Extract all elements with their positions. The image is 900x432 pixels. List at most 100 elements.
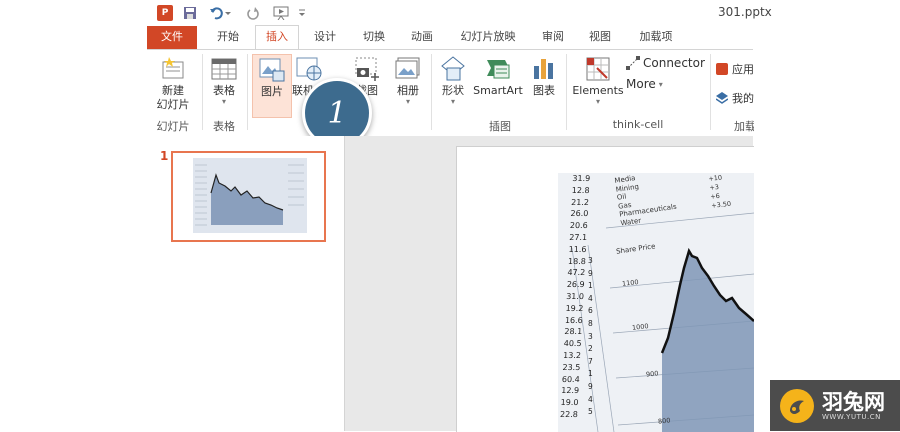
my-apps-button[interactable]: 我的	[715, 90, 754, 106]
price-value: 12.8	[571, 185, 590, 195]
tab-home[interactable]: 开始	[206, 26, 250, 48]
table-icon	[211, 56, 237, 82]
tab-file[interactable]: 文件	[147, 26, 197, 49]
title-bar	[147, 0, 753, 26]
screenshot-icon	[354, 56, 380, 82]
shapes-button[interactable]: 形状 ▾	[436, 54, 470, 116]
sector-list: Media Mining Oil Gas Pharmaceuticals Wat…	[614, 173, 678, 228]
ribbon-divider	[566, 54, 567, 130]
powerpoint-logo-icon[interactable]: P	[157, 5, 173, 21]
save-icon[interactable]	[181, 3, 199, 23]
chevron-down-icon: ▾	[221, 97, 226, 106]
price-value: 26.9	[566, 280, 585, 290]
digit-value: 3	[588, 256, 593, 265]
photo-album-button[interactable]: 相册 ▾	[390, 54, 426, 116]
change-values: +10 +3 +6 +3.50	[708, 173, 732, 211]
price-value: 19.0	[560, 398, 579, 408]
digit-value: 5	[588, 407, 593, 417]
axis-value: 1100	[621, 278, 639, 288]
digit-value: 9	[588, 381, 593, 391]
elements-button[interactable]: Elements ▾	[570, 54, 626, 116]
my-apps-label: 我的	[732, 92, 754, 105]
thumbnail-stock-image	[173, 153, 324, 240]
price-value: 13.2	[562, 350, 582, 360]
table-label: 表格	[213, 84, 235, 97]
ribbon-divider	[202, 54, 203, 130]
tab-view[interactable]: 视图	[580, 26, 620, 48]
digit-value: 7	[588, 356, 593, 366]
connector-button[interactable]: Connector	[626, 55, 705, 71]
new-slide-label-line2: 幻灯片	[156, 98, 190, 111]
undo-icon[interactable]	[207, 3, 233, 23]
price-value: 31.9	[572, 174, 591, 183]
online-picture-icon	[296, 56, 322, 82]
digit-value: 3	[588, 331, 593, 341]
redo-icon[interactable]	[244, 3, 262, 23]
watermark-text: 羽兔网 WWW.YUTU.CN	[814, 391, 885, 421]
smartart-icon	[485, 56, 511, 82]
chevron-down-icon: ▾	[405, 97, 410, 106]
picture-label: 图片	[261, 85, 283, 98]
price-value: 11.6	[568, 244, 587, 254]
present-icon[interactable]	[270, 3, 292, 23]
slide-thumbnail[interactable]	[171, 151, 326, 242]
tab-addins[interactable]: 加载项	[630, 26, 682, 48]
ribbon-divider	[247, 54, 248, 130]
price-value: 47.2	[567, 268, 586, 278]
new-slide-button[interactable]: 新建 幻灯片	[150, 54, 196, 116]
price-value: 18.8	[567, 256, 587, 266]
shapes-label: 形状	[442, 84, 464, 97]
price-value: 28.1	[564, 327, 583, 337]
more-button[interactable]: More ▾	[626, 76, 663, 92]
store-icon	[716, 63, 728, 75]
slide-number: 1	[160, 149, 169, 163]
smartart-label: SmartArt	[473, 84, 523, 97]
watermark-url: WWW.YUTU.CN	[822, 412, 881, 421]
elements-icon	[585, 56, 611, 82]
tab-slideshow[interactable]: 幻灯片放映	[452, 26, 524, 48]
customize-qat-icon[interactable]	[295, 3, 309, 23]
chart-label: 图表	[533, 84, 555, 97]
ribbon-divider	[710, 54, 711, 130]
app-store-button[interactable]: 应用	[716, 61, 754, 77]
tab-insert[interactable]: 插入	[255, 25, 299, 49]
more-label: More	[626, 77, 656, 91]
picture-button[interactable]: 图片	[252, 54, 292, 118]
tab-animations[interactable]: 动画	[402, 26, 442, 48]
group-thinkcell-label: think-cell	[612, 118, 664, 131]
group-slides-label: 幻灯片	[156, 120, 190, 133]
rabbit-logo-icon	[780, 388, 814, 423]
tab-design[interactable]: 设计	[305, 26, 345, 48]
connector-icon	[626, 56, 640, 70]
digit-value: 1	[588, 281, 593, 291]
group-addins-label: 加载	[734, 120, 754, 133]
tab-transitions[interactable]: 切换	[354, 26, 394, 48]
chevron-down-icon: ▾	[658, 79, 663, 89]
chart-button[interactable]: 图表	[528, 54, 560, 116]
picture-icon	[259, 57, 285, 83]
shapes-icon	[440, 56, 466, 82]
digit-value: 1	[588, 369, 593, 379]
smartart-button[interactable]: SmartArt	[472, 54, 524, 116]
current-slide[interactable]: Media Mining Oil Gas Pharmaceuticals Wat…	[456, 146, 754, 432]
stock-chart-photo[interactable]: Media Mining Oil Gas Pharmaceuticals Wat…	[558, 173, 754, 432]
tab-review[interactable]: 审阅	[533, 26, 573, 48]
right-margin	[753, 0, 900, 431]
price-value: 19.2	[565, 303, 584, 313]
price-value: 60.4	[561, 374, 580, 384]
watermark-name: 羽兔网	[822, 389, 885, 414]
price-value: 31.0	[565, 291, 585, 301]
chevron-down-icon: ▾	[450, 97, 455, 106]
price-value: 23.5	[562, 362, 581, 372]
watermark: 羽兔网 WWW.YUTU.CN	[770, 380, 900, 431]
photo-album-icon	[395, 56, 421, 82]
axis-value: 900	[645, 369, 659, 379]
digit-value: 2	[588, 344, 593, 354]
price-value: 27.1	[569, 232, 588, 242]
ribbon-divider	[431, 54, 432, 130]
group-tables-label: 表格	[213, 120, 235, 133]
price-value: 26.0	[570, 209, 589, 219]
my-apps-icon	[715, 92, 729, 104]
new-slide-icon	[160, 56, 186, 82]
table-button[interactable]: 表格 ▾	[205, 54, 243, 116]
